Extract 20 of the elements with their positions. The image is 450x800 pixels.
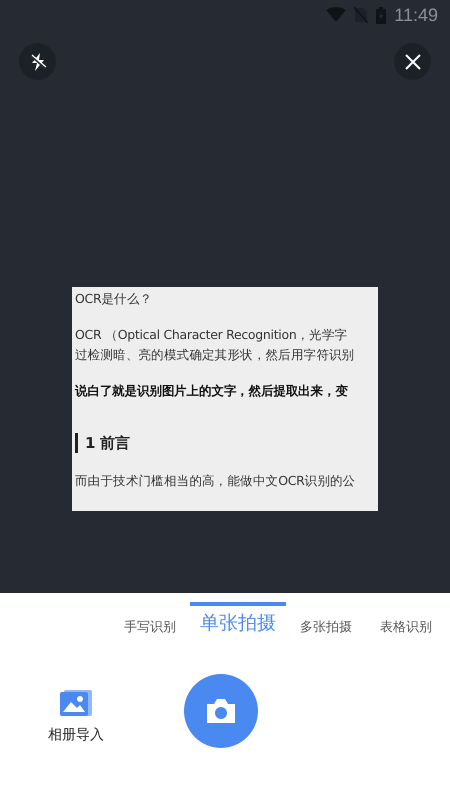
close-button[interactable] [394,43,431,80]
close-icon [404,52,422,70]
document-text: 而由于技术门槛相当的高，能做中文OCR识别的公 [75,472,356,490]
mode-tab[interactable]: 多张拍摄 [286,606,366,640]
document-text: OCR （Optical Character Recognition，光学字 [75,326,348,344]
wifi-icon [326,7,346,23]
document-heading: 1 前言 [75,433,130,453]
camera-icon [204,697,238,725]
image-icon [59,688,93,718]
clock-time: 11:49 [394,4,438,26]
album-import-button[interactable]: 相册导入 [48,688,104,744]
no-sim-icon [354,7,368,23]
document-text: 过检测暗、亮的模式确定其形状，然后用字符识别 [75,346,354,364]
mode-tab[interactable]: 表格识别 [366,606,446,640]
mode-tab[interactable]: 手写识别 [110,606,190,640]
flash-off-icon [28,52,48,72]
battery-icon [376,6,386,24]
document-text: 说白了就是识别图片上的文字，然后提取出来，变 [75,382,348,400]
flash-button[interactable] [19,43,56,80]
document-text: OCR是什么？ [75,290,152,308]
